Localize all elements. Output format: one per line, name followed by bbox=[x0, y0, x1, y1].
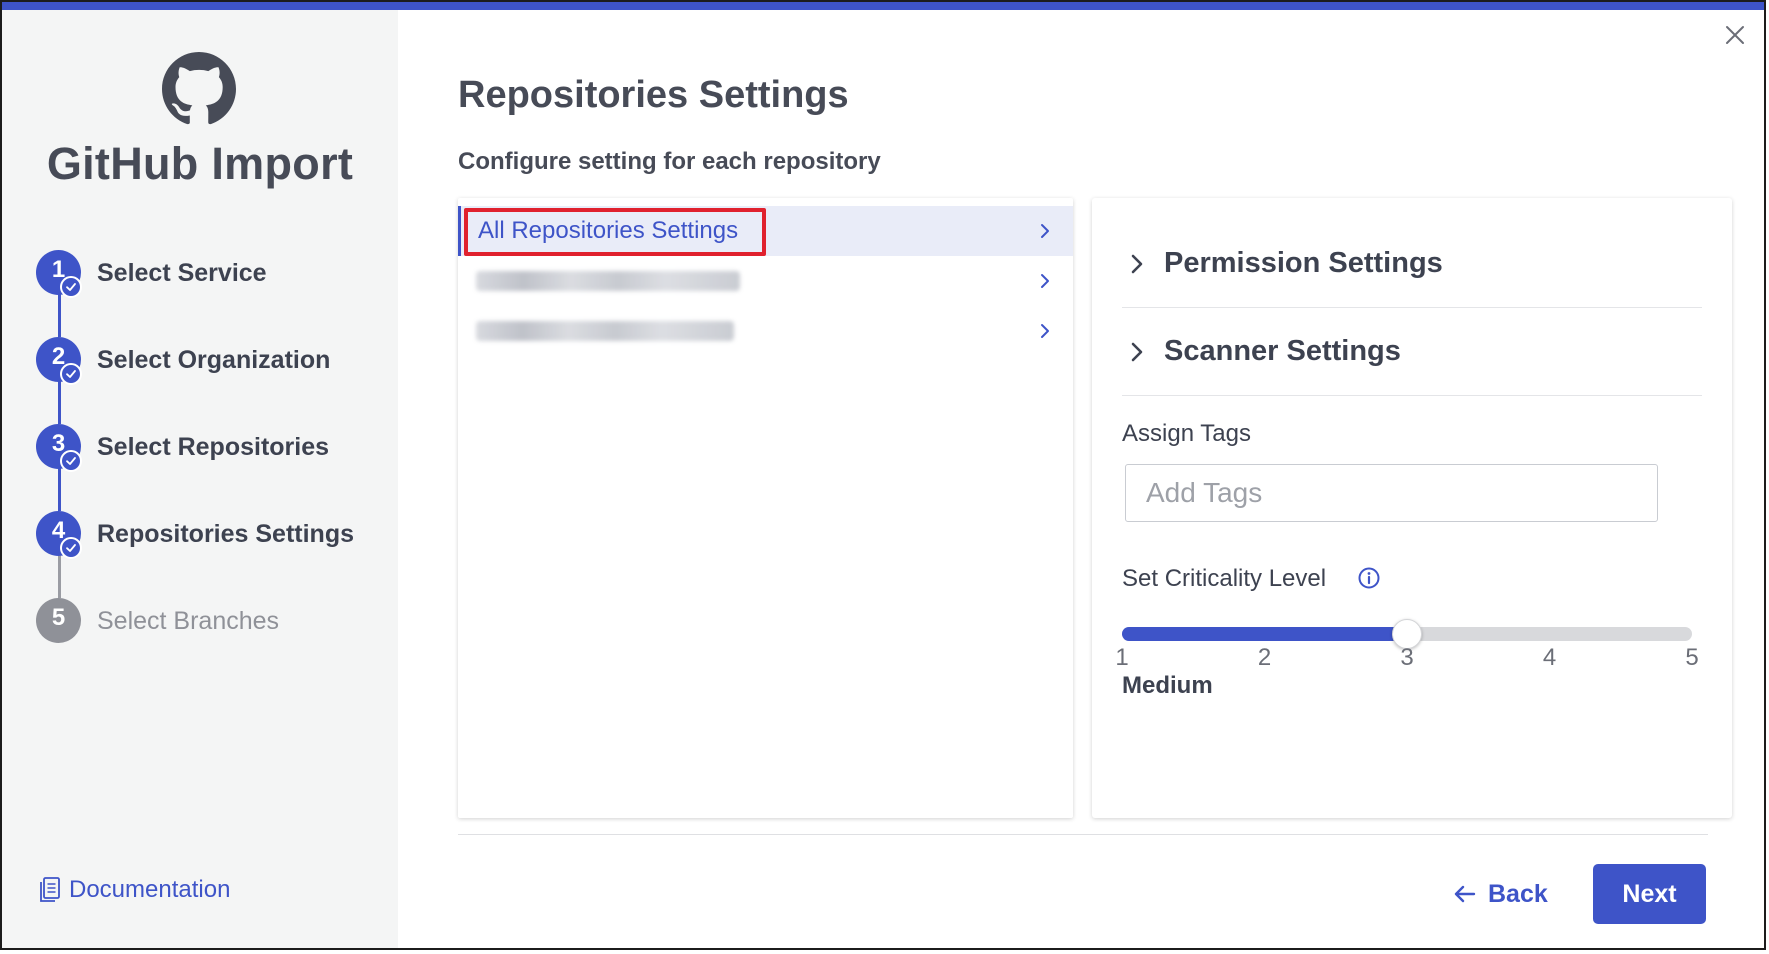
step-number: 5 bbox=[36, 598, 81, 643]
sidebar: GitHub Import 1 Select Service 2 Select … bbox=[2, 10, 398, 948]
dialog-frame: GitHub Import 1 Select Service 2 Select … bbox=[0, 0, 1769, 954]
step-label: Select Branches bbox=[97, 607, 280, 635]
repository-list: All Repositories Settings bbox=[458, 198, 1073, 818]
close-icon bbox=[1726, 26, 1744, 44]
repo-item-all[interactable]: All Repositories Settings bbox=[458, 206, 1073, 256]
check-icon bbox=[60, 537, 82, 559]
step-connector bbox=[58, 464, 61, 511]
scanner-settings-section[interactable]: Scanner Settings bbox=[1122, 308, 1702, 396]
app-title: GitHub Import bbox=[46, 138, 354, 189]
step-repositories-settings[interactable]: 4 Repositories Settings bbox=[36, 511, 396, 559]
close-button[interactable] bbox=[1722, 22, 1748, 48]
step-label: Select Organization bbox=[97, 346, 331, 374]
chevron-right-icon bbox=[1041, 324, 1049, 338]
chevron-right-icon bbox=[1041, 274, 1049, 288]
slider-tick-label: 3 bbox=[1400, 644, 1414, 671]
step-label: Repositories Settings bbox=[97, 520, 354, 548]
step-select-service[interactable]: 1 Select Service bbox=[36, 250, 396, 298]
documentation-label: Documentation bbox=[69, 876, 231, 903]
slider-fill bbox=[1122, 627, 1407, 641]
document-icon bbox=[40, 877, 60, 902]
tags-input[interactable] bbox=[1125, 464, 1658, 522]
slider-tick-label: 1 bbox=[1115, 644, 1129, 671]
redacted-repo-name bbox=[476, 271, 740, 291]
chevron-right-icon bbox=[1131, 254, 1143, 273]
assign-tags-label: Assign Tags bbox=[1122, 420, 1251, 447]
step-connector bbox=[58, 290, 61, 337]
stepper: 1 Select Service 2 Select Organization 3 bbox=[36, 250, 396, 670]
criticality-value: Medium bbox=[1122, 672, 1213, 699]
check-icon bbox=[60, 276, 82, 298]
step-label: Select Repositories bbox=[97, 433, 330, 461]
slider-tick-label: 2 bbox=[1257, 644, 1272, 671]
accent-bar bbox=[2, 2, 1764, 10]
redacted-repo-name bbox=[476, 321, 734, 341]
arrow-left-icon bbox=[1454, 885, 1476, 903]
step-select-repositories[interactable]: 3 Select Repositories bbox=[36, 424, 396, 472]
slider-tick-label: 4 bbox=[1542, 644, 1557, 671]
step-select-branches: 5 Select Branches bbox=[36, 598, 396, 644]
step-connector bbox=[58, 551, 61, 598]
back-button[interactable]: Back bbox=[1454, 864, 1548, 924]
step-select-organization[interactable]: 2 Select Organization bbox=[36, 337, 396, 385]
documentation-link[interactable]: Documentation bbox=[40, 876, 230, 904]
slider-tick-label: 5 bbox=[1685, 644, 1699, 671]
repo-item[interactable] bbox=[458, 256, 1073, 306]
permission-settings-section[interactable]: Permission Settings bbox=[1122, 220, 1702, 308]
repo-item[interactable] bbox=[458, 306, 1073, 356]
info-icon[interactable] bbox=[1357, 566, 1381, 590]
criticality-label: Set Criticality Level bbox=[1122, 565, 1327, 592]
back-label: Back bbox=[1488, 879, 1548, 908]
import-dialog: GitHub Import 1 Select Service 2 Select … bbox=[0, 0, 1766, 950]
check-icon bbox=[60, 450, 82, 472]
footer-divider bbox=[458, 834, 1708, 835]
section-label: Scanner Settings bbox=[1164, 335, 1401, 367]
next-button[interactable]: Next bbox=[1593, 864, 1706, 924]
step-connector bbox=[58, 377, 61, 424]
section-label: Permission Settings bbox=[1164, 247, 1443, 279]
page-subtitle: Configure setting for each repository bbox=[458, 148, 881, 175]
github-icon bbox=[162, 52, 236, 125]
chevron-right-icon bbox=[1131, 342, 1143, 361]
check-icon bbox=[60, 363, 82, 385]
settings-panel: Permission Settings Scanner Settings Ass… bbox=[1092, 198, 1732, 818]
page-title: Repositories Settings bbox=[458, 74, 849, 116]
chevron-right-icon bbox=[1041, 224, 1049, 238]
repo-item-label: All Repositories Settings bbox=[478, 217, 739, 244]
step-label: Select Service bbox=[97, 259, 267, 287]
